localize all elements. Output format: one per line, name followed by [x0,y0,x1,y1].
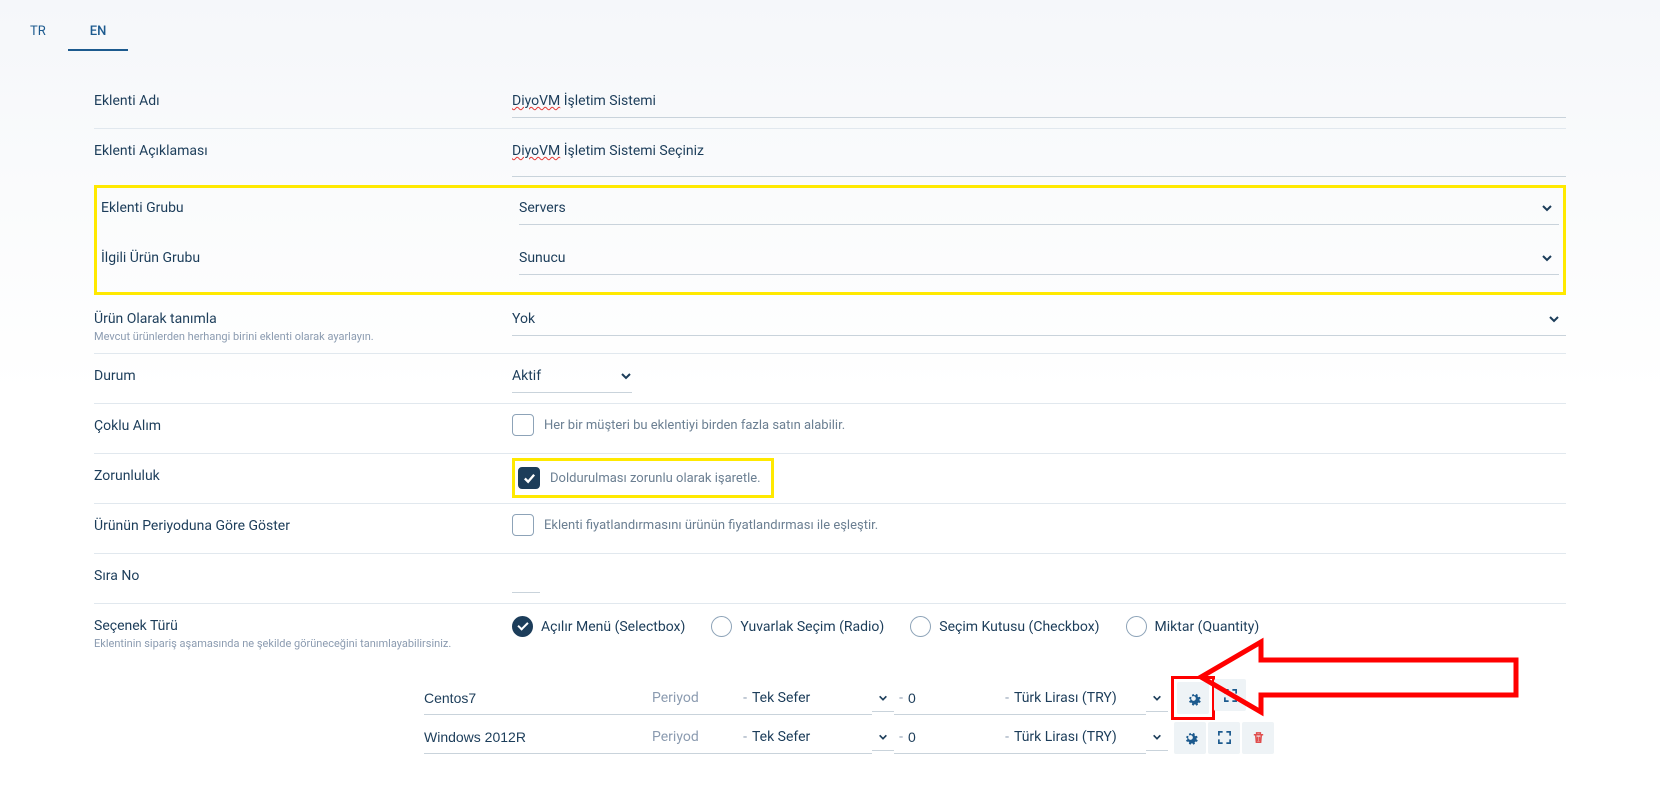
highlight-groups: Eklenti Grubu Servers İlgili Ürün Grubu … [94,185,1566,295]
sublabel-option-type: Eklentinin sipariş aşamasında ne şekilde… [94,637,512,650]
option-price-input[interactable] [908,721,1000,754]
sublabel-define-product: Mevcut ürünlerden herhangi birini eklent… [94,330,512,343]
option-row: Periyod - Tek Sefer - - Türk Lirası (TRY… [424,721,1566,754]
radio-checkbox[interactable]: Seçim Kutusu (Checkbox) [910,616,1099,637]
label-required: Zorunluluk [94,468,512,484]
checkbox-required-label: Doldurulması zorunlu olarak işaretle. [550,471,761,486]
label-define-product: Ürün Olarak tanımla [94,311,512,327]
row-option-type: Seçenek Türü Eklentinin sipariş aşamasın… [94,608,1566,661]
input-plugin-name[interactable]: DiyoVM İşletim Sistemi [512,83,1566,118]
chevron-down-icon [1146,685,1168,712]
highlight-gear [1171,676,1215,720]
row-plugin-group: Eklenti Grubu Servers [101,190,1559,236]
row-order-no: Sıra No [94,558,1566,604]
option-row: Periyod - Tek Sefer - - Türk Lirası (TRY… [424,679,1566,717]
label-plugin-group: Eklenti Grubu [101,200,519,216]
select-status[interactable]: Aktif [512,358,632,393]
settings-button[interactable] [1174,722,1206,754]
radio-radio[interactable]: Yuvarlak Seçim (Radio) [711,616,884,637]
highlight-required: Doldurulması zorunlu olarak işaretle. [512,458,774,498]
row-period-match: Ürünün Periyoduna Göre Göster Eklenti fi… [94,508,1566,554]
checkbox-multi[interactable] [512,414,534,436]
option-price-input[interactable] [908,682,1000,715]
option-currency-select[interactable]: Türk Lirası (TRY) [1014,682,1146,715]
textarea-plugin-desc[interactable]: DiyoVM İşletim Sistemi Seçiniz [512,133,1566,177]
tab-tr[interactable]: TR [8,14,68,51]
label-status: Durum [94,368,512,384]
radio-circle-icon [512,616,533,637]
label-option-type: Seçenek Türü [94,618,512,634]
label-period-match: Ürünün Periyoduna Göre Göster [94,518,512,534]
label-multi: Çoklu Alım [94,418,512,434]
settings-button[interactable] [1177,682,1209,714]
radio-circle-icon [711,616,732,637]
option-name-input[interactable] [424,682,652,715]
label-order-no: Sıra No [94,568,512,584]
option-period-label: Periyod [652,682,738,715]
options-list: Periyod - Tek Sefer - - Türk Lirası (TRY… [424,679,1566,754]
option-period-select[interactable]: Tek Sefer [752,682,872,715]
row-multi: Çoklu Alım Her bir müşteri bu eklentiyi … [94,408,1566,454]
expand-button[interactable] [1214,679,1246,711]
checkbox-required[interactable] [518,467,540,489]
checkbox-period-match[interactable] [512,514,534,536]
checkbox-multi-label: Her bir müşteri bu eklentiyi birden fazl… [544,418,845,433]
row-define-product: Ürün Olarak tanımla Mevcut ürünlerden he… [94,301,1566,354]
option-name-input[interactable] [424,721,652,754]
select-product-group[interactable]: Sunucu [519,240,1559,275]
radio-selectbox[interactable]: Açılır Menü (Selectbox) [512,616,685,637]
label-plugin-desc: Eklenti Açıklaması [94,143,512,159]
label-product-group: İlgili Ürün Grubu [101,250,519,266]
label-plugin-name: Eklenti Adı [94,93,512,109]
chevron-down-icon [872,724,894,751]
language-tabs: TR EN [0,0,1660,51]
option-currency-select[interactable]: Türk Lirası (TRY) [1014,721,1146,754]
select-plugin-group[interactable]: Servers [519,190,1559,225]
row-status: Durum Aktif [94,358,1566,404]
checkbox-period-match-label: Eklenti fiyatlandırmasını ürünün fiyatla… [544,518,878,533]
row-required: Zorunluluk Doldurulması zorunlu olarak i… [94,458,1566,504]
row-product-group: İlgili Ürün Grubu Sunucu [101,240,1559,286]
delete-button[interactable] [1242,722,1274,754]
radio-circle-icon [1126,616,1147,637]
tab-en[interactable]: EN [68,14,129,51]
option-period-select[interactable]: Tek Sefer [752,721,872,754]
chevron-down-icon [872,685,894,712]
input-order-no[interactable] [512,558,540,593]
chevron-down-icon [1146,724,1168,751]
radio-group-option-type: Açılır Menü (Selectbox) Yuvarlak Seçim (… [512,608,1566,645]
row-plugin-desc: Eklenti Açıklaması DiyoVM İşletim Sistem… [94,133,1566,179]
row-plugin-name: Eklenti Adı DiyoVM İşletim Sistemi [94,83,1566,129]
select-define-product[interactable]: Yok [512,301,1566,336]
expand-button[interactable] [1208,722,1240,754]
radio-circle-icon [910,616,931,637]
radio-quantity[interactable]: Miktar (Quantity) [1126,616,1260,637]
option-period-label: Periyod [652,721,738,754]
